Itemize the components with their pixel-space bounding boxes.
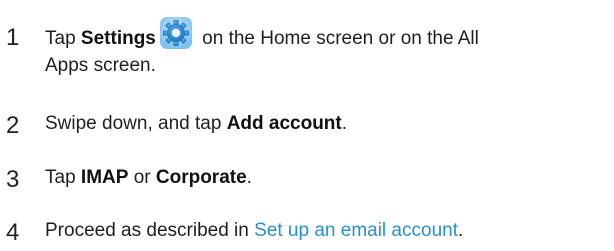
instruction-steps: 1 Tap Settings on the Home screen or on … (0, 0, 614, 251)
step-text-post: . (341, 113, 348, 134)
step-number: 1 (6, 24, 20, 51)
step-text-post: . (246, 167, 252, 188)
step-text-pre: Proceed as described in (45, 220, 255, 241)
imap-label: IMAP (80, 167, 129, 188)
settings-label: Settings (80, 28, 156, 49)
step-text: Swipe down, and tap Add account. (45, 110, 614, 137)
step-text-after-icon: on the Home screen or on the All (196, 28, 479, 49)
step-text-post: . (457, 220, 464, 241)
step-text-pre: Swipe down, and tap (45, 113, 227, 134)
step-text: Proceed as described in Set up an email … (45, 217, 614, 244)
settings-gear-icon (159, 17, 195, 52)
set-up-email-account-link[interactable]: Set up an email account (254, 220, 458, 241)
step-number: 3 (6, 166, 20, 193)
step-text-line2: Apps screen. (45, 55, 156, 76)
step-text: Tap Settings on the Home screen or on th… (45, 17, 614, 79)
add-account-label: Add account (226, 113, 342, 134)
step-text: Tap IMAP or Corporate. (45, 164, 614, 191)
corporate-label: Corporate (155, 167, 247, 188)
step-number: 4 (6, 219, 20, 246)
step-number: 2 (6, 112, 20, 139)
step-text-pre: Tap (45, 167, 81, 188)
step-text-mid: or (128, 167, 156, 188)
step-text-pre: Tap (45, 28, 81, 49)
